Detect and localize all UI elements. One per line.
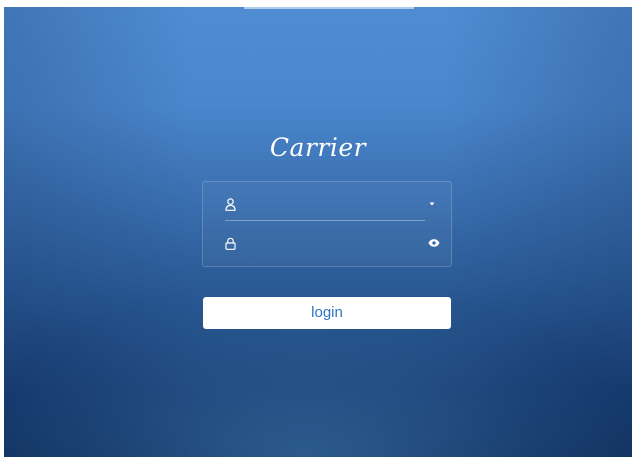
carrier-logo: Carrier (269, 133, 367, 162)
caret-down-icon[interactable] (428, 197, 436, 211)
eye-icon[interactable] (428, 236, 440, 250)
login-screen: Carrier login (4, 7, 632, 457)
lock-icon (225, 236, 236, 250)
username-input[interactable] (236, 196, 428, 212)
login-form-panel (202, 181, 452, 267)
password-field-row (225, 227, 440, 259)
login-button[interactable]: login (203, 297, 451, 329)
password-input[interactable] (236, 235, 428, 251)
user-icon (225, 197, 236, 211)
top-highlight-strip (244, 7, 414, 9)
username-field-row (225, 188, 435, 221)
